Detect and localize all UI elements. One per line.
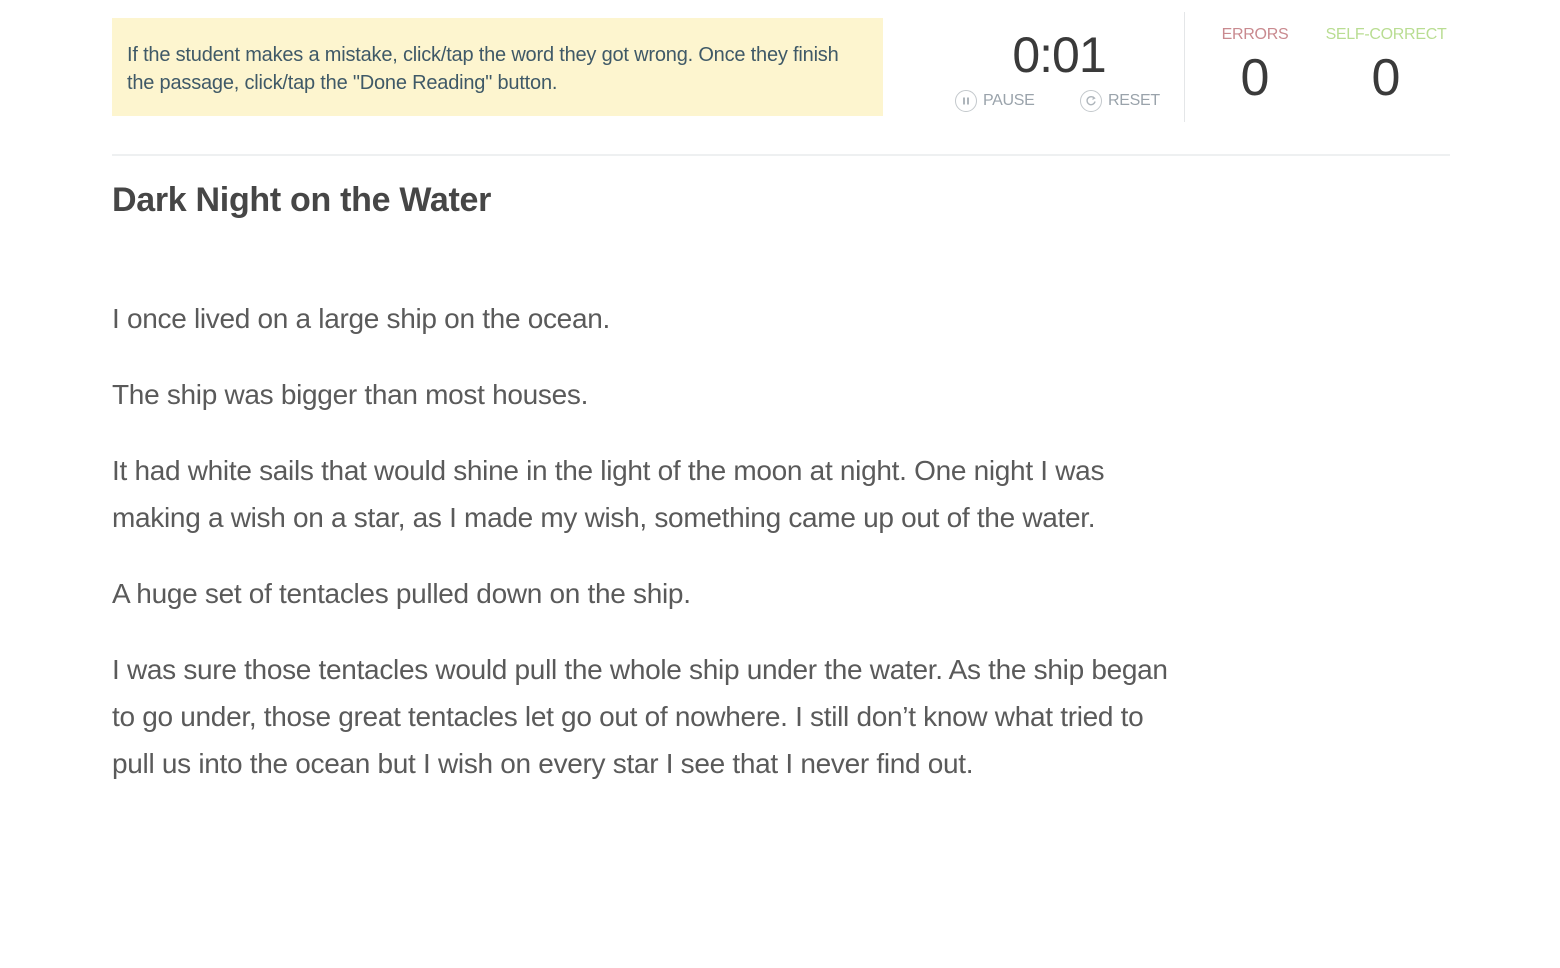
timer-display: 0:01 — [1012, 27, 1106, 83]
instructions-banner: If the student makes a mistake, click/ta… — [112, 18, 883, 116]
passage-paragraph[interactable]: I was sure those tentacles would pull th… — [112, 646, 1187, 787]
reset-button[interactable]: RESET — [1080, 90, 1160, 112]
pause-label: PAUSE — [983, 92, 1035, 109]
pause-icon — [955, 90, 977, 112]
errors-count: 0 — [1240, 49, 1270, 107]
errors-counter: ERRORS 0 — [1185, 24, 1325, 106]
timer-panel: 0:01 PAUSE RESET — [945, 14, 1173, 124]
self-correct-count: 0 — [1371, 49, 1401, 107]
reset-label: RESET — [1108, 92, 1160, 109]
instructions-text: If the student makes a mistake, click/ta… — [127, 44, 839, 94]
reading-assessment-page: If the student makes a mistake, click/ta… — [0, 0, 1560, 968]
passage-paragraph[interactable]: It had white sails that would shine in t… — [112, 447, 1187, 541]
passage-paragraph[interactable]: A huge set of tentacles pulled down on t… — [112, 570, 1187, 617]
self-correct-label: SELF-CORRECT — [1325, 26, 1447, 43]
reset-icon — [1080, 90, 1102, 112]
passage-title: Dark Night on the Water — [112, 181, 492, 219]
passage-paragraph[interactable]: The ship was bigger than most houses. — [112, 371, 1187, 418]
passage-body: I once lived on a large ship on the ocea… — [112, 295, 1187, 816]
passage-paragraph[interactable]: I once lived on a large ship on the ocea… — [112, 295, 1187, 342]
pause-button[interactable]: PAUSE — [955, 90, 1035, 112]
header-separator — [112, 154, 1450, 156]
errors-label: ERRORS — [1221, 26, 1289, 43]
self-correct-counter: SELF-CORRECT 0 — [1316, 24, 1456, 106]
